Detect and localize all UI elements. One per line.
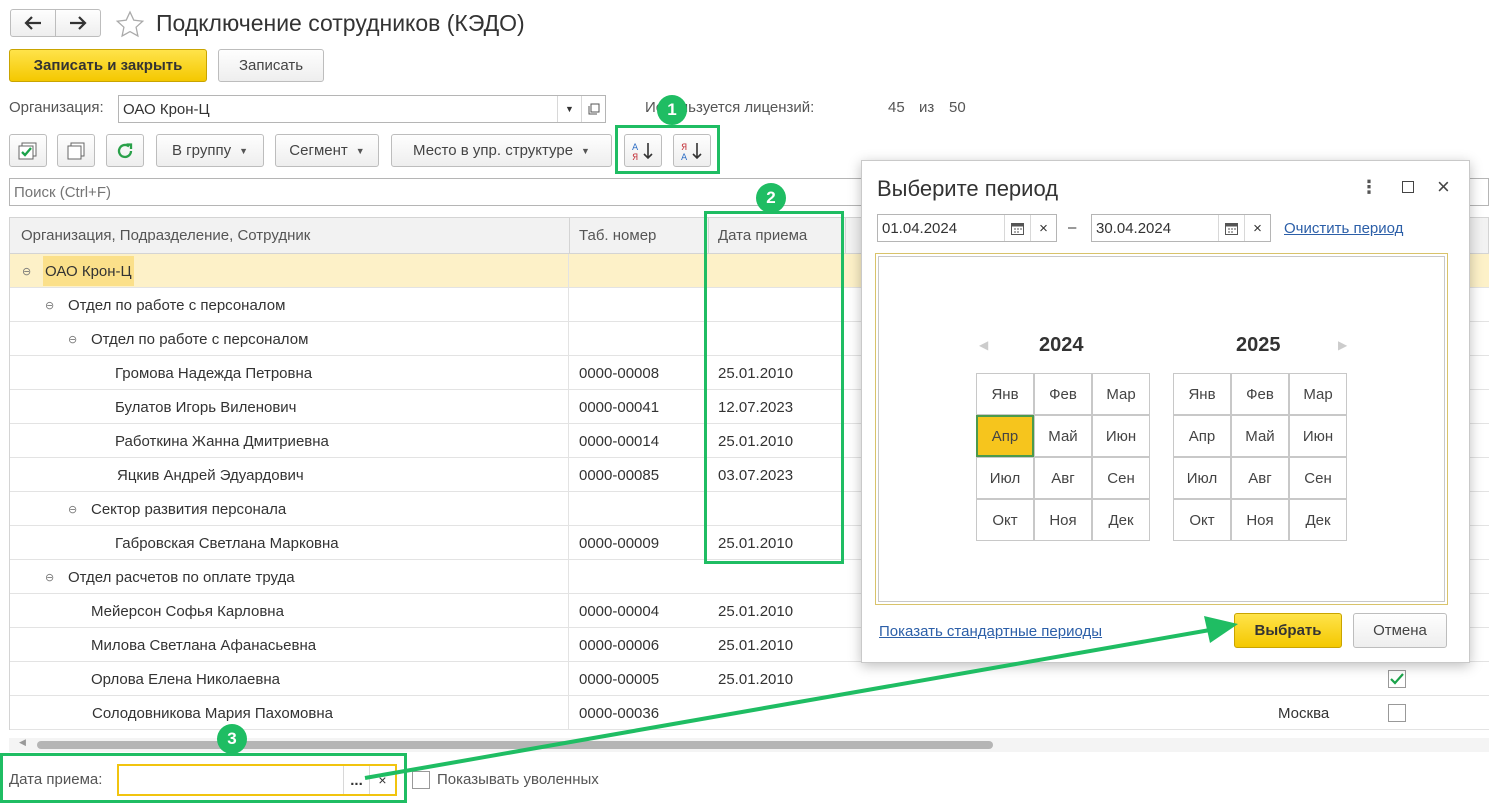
annotation-arrow — [364, 616, 1238, 780]
